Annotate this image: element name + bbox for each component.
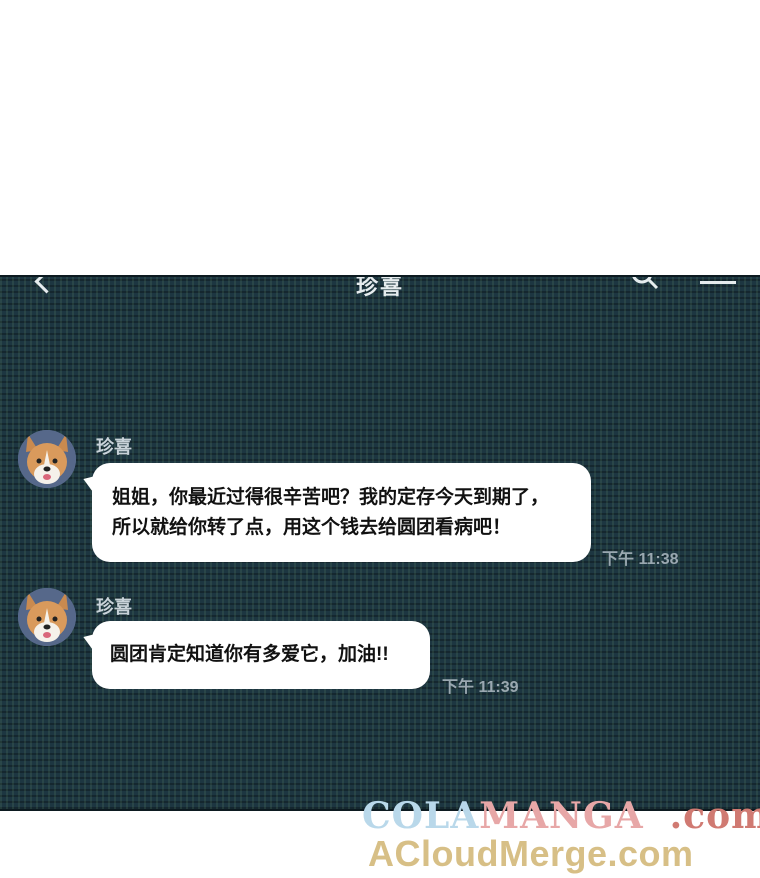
sender-name: 珍喜 xyxy=(96,597,132,617)
corgi-avatar-image xyxy=(18,430,76,488)
chat-screen: 珍喜 珍喜 姐姐，你最近过得很辛苦吧？我的定存今天到期了， 所以就给你转了点，用… xyxy=(0,275,760,811)
message-timestamp: 下午 11:39 xyxy=(442,679,519,696)
avatar[interactable] xyxy=(18,430,76,488)
avatar[interactable] xyxy=(18,588,76,646)
watermark-line-1: COLAMANGA .com xyxy=(362,795,760,837)
message-line: 圆团肯定知道你有多爱它，加油!! xyxy=(110,644,389,665)
corgi-avatar-image xyxy=(18,588,76,646)
menu-icon[interactable] xyxy=(700,281,736,291)
watermark-line-2: ACloudMerge.com xyxy=(368,833,694,874)
site-watermark: COLAMANGA .com ACloudMerge.com xyxy=(362,795,760,875)
message-timestamp: 下午 11:38 xyxy=(602,551,679,568)
sender-name: 珍喜 xyxy=(96,437,132,457)
message-line: 所以就给你转了点，用这个钱去给圆团看病吧！ xyxy=(112,517,512,538)
message-bubble[interactable]: 圆团肯定知道你有多爱它，加油!! xyxy=(92,621,430,689)
message-line: 姐姐，你最近过得很辛苦吧？我的定存今天到期了， xyxy=(112,487,550,508)
message-bubble[interactable]: 姐姐，你最近过得很辛苦吧？我的定存今天到期了， 所以就给你转了点，用这个钱去给圆… xyxy=(92,463,591,562)
search-icon[interactable] xyxy=(630,275,660,291)
